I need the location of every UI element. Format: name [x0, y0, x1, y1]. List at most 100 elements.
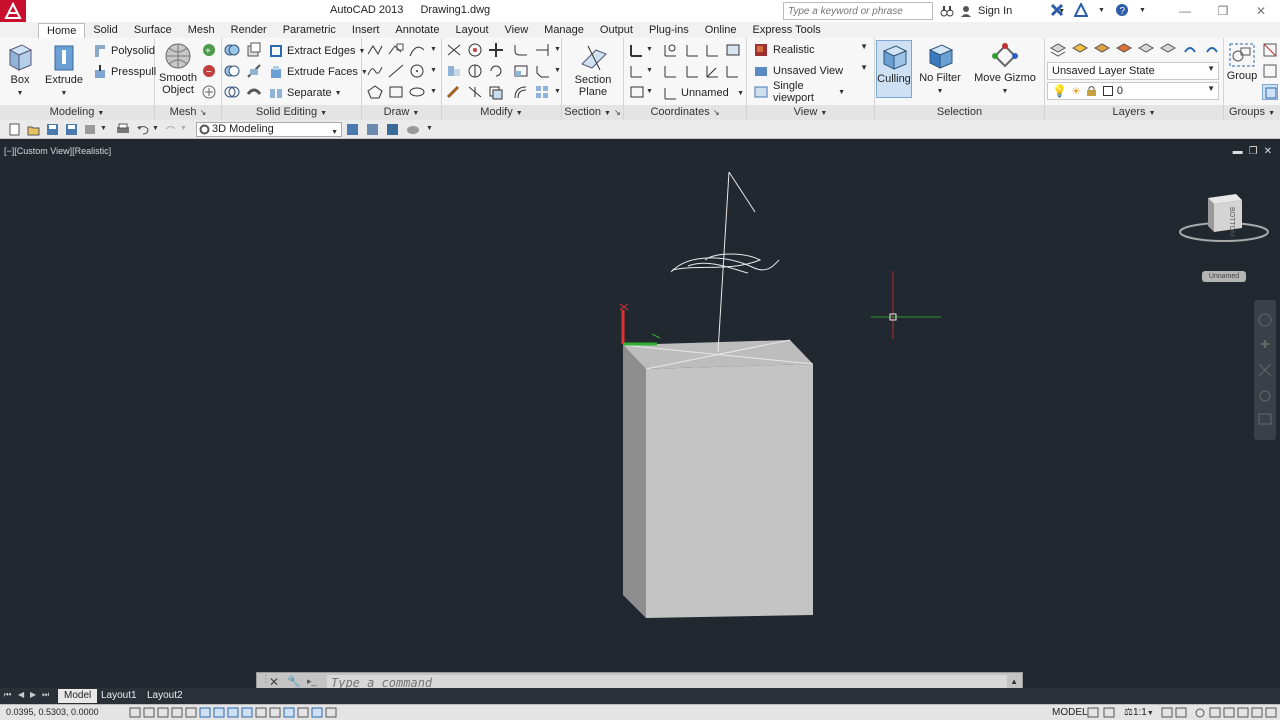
selection-cycling-icon[interactable]	[311, 707, 323, 718]
ucs-x-icon[interactable]	[684, 42, 702, 58]
panel-title-selection[interactable]: Selection	[875, 105, 1044, 120]
infer-constraints-icon[interactable]	[129, 707, 141, 718]
chevron-down-icon[interactable]: ▼	[426, 125, 433, 132]
model-space-toggle[interactable]: MODEL	[1052, 707, 1088, 718]
lineweight-icon[interactable]	[269, 707, 281, 718]
ucs-view-icon[interactable]	[724, 42, 742, 58]
chamfer-icon[interactable]	[534, 63, 552, 79]
chevron-down-icon[interactable]: ▼	[430, 46, 437, 53]
minimize-icon[interactable]: ▬	[1233, 146, 1243, 157]
move-icon[interactable]	[487, 42, 505, 58]
presspull-button[interactable]: Presspull	[92, 63, 156, 81]
draw-spline-icon[interactable]	[366, 63, 384, 79]
chevron-down-icon[interactable]: ▼	[646, 88, 653, 95]
mesh-smooth-less-icon[interactable]: −	[201, 63, 217, 79]
polar-tracking-icon[interactable]	[185, 707, 197, 718]
grid-display-icon[interactable]	[157, 707, 169, 718]
draw-ellipse-icon[interactable]	[408, 84, 426, 100]
drawing-viewport[interactable]: [−][Custom View][Realistic] ▬ ❐ ✕ BOTTOM…	[0, 140, 1280, 688]
panel-title-groups[interactable]: Groups ▼	[1224, 105, 1280, 120]
slanted-line[interactable]	[728, 171, 756, 213]
exchange-apps-icon[interactable]	[1050, 3, 1064, 17]
panel-title-section[interactable]: Section ▼ ↘	[562, 105, 623, 120]
sign-in-area[interactable]: Sign In ▼	[940, 3, 1065, 19]
section-plane-button[interactable]: Section Plane	[570, 42, 616, 98]
box-front-face[interactable]	[646, 364, 813, 618]
move-gizmo-button[interactable]: Move Gizmo ▼	[973, 42, 1037, 98]
extend-icon[interactable]	[534, 42, 552, 58]
layer-match-icon[interactable]	[1159, 42, 1177, 58]
subtract-icon[interactable]	[224, 63, 240, 79]
ucs-menu-button[interactable]: Unnamed	[1202, 271, 1246, 282]
tab-render[interactable]: Render	[223, 23, 275, 38]
annotation-visibility-icon[interactable]	[1161, 707, 1173, 718]
visual-style-combo[interactable]: Realistic ▼	[749, 41, 871, 59]
chevron-down-icon[interactable]: ▼	[152, 125, 159, 132]
isolate-objects-icon[interactable]	[1237, 707, 1249, 718]
tab-model[interactable]: Model	[58, 689, 98, 703]
tab-layout1[interactable]: Layout1	[95, 689, 143, 703]
dialog-launcher-icon[interactable]: ↘	[614, 108, 621, 117]
draw-arc-icon[interactable]	[408, 42, 426, 58]
draw-circle-icon[interactable]	[408, 63, 426, 79]
chevron-down-icon[interactable]: ▼	[646, 67, 653, 74]
close-icon[interactable]: ✕	[1264, 146, 1272, 157]
named-view-combo[interactable]: Unsaved View ▼	[749, 62, 871, 80]
clean-screen-icon[interactable]	[1251, 707, 1263, 718]
draw-polygon-icon[interactable]	[366, 84, 384, 100]
restore-icon[interactable]: ❐	[1249, 146, 1258, 157]
last-tab-icon[interactable]: ⏭	[42, 690, 49, 700]
command-prompt-icon[interactable]: ▸_	[307, 676, 317, 687]
tab-online[interactable]: Online	[697, 23, 745, 38]
intersect-icon[interactable]	[224, 84, 240, 100]
steering-wheel-icon[interactable]	[1258, 313, 1272, 327]
dynamic-input-icon[interactable]	[255, 707, 267, 718]
open-file-icon[interactable]	[27, 123, 41, 136]
box-button[interactable]: Box ▼	[4, 42, 36, 100]
auto-scale-icon[interactable]	[1175, 707, 1187, 718]
undo-icon[interactable]	[136, 123, 150, 136]
new-file-icon[interactable]	[8, 123, 22, 136]
offset-icon[interactable]	[512, 84, 530, 100]
ucs-object-icon[interactable]	[724, 63, 742, 79]
next-tab-icon[interactable]: ▶	[30, 690, 36, 699]
vertical-line[interactable]	[717, 171, 730, 353]
tab-express-tools[interactable]: Express Tools	[745, 23, 829, 38]
viewcube-side-face[interactable]	[1208, 198, 1214, 232]
redo-icon[interactable]	[164, 123, 178, 136]
polysolid-button[interactable]: Polysolid	[92, 42, 155, 60]
tab-solid[interactable]: Solid	[85, 23, 125, 38]
first-tab-icon[interactable]: ⏮	[4, 690, 11, 700]
quick-view-layouts-icon[interactable]	[1087, 707, 1099, 718]
layer-freeze-icon[interactable]	[1093, 42, 1111, 58]
layer-previous-icon[interactable]	[1181, 42, 1199, 58]
viewcube-front-face[interactable]	[1214, 200, 1242, 232]
group-selection-icon[interactable]	[1262, 84, 1278, 100]
coordinates-readout[interactable]: 0.0395, 0.5303, 0.0000	[6, 707, 99, 717]
publish-icon[interactable]	[346, 123, 360, 136]
box-left-face[interactable]	[623, 345, 646, 618]
orbit-icon[interactable]	[1259, 390, 1271, 402]
ucs-icon[interactable]	[628, 42, 646, 58]
upload-icon[interactable]	[386, 123, 400, 136]
spline-curve[interactable]	[687, 262, 749, 274]
help-icon[interactable]: ?	[1115, 3, 1129, 17]
extrude-button[interactable]: Extrude ▼	[44, 42, 84, 100]
tab-view[interactable]: View	[497, 23, 537, 38]
rotate-3d-icon[interactable]	[466, 42, 484, 58]
quick-properties-icon[interactable]	[297, 707, 309, 718]
chevron-down-icon[interactable]: ▼	[554, 46, 561, 53]
slice-icon[interactable]	[246, 63, 262, 79]
ucs-z-icon[interactable]	[684, 63, 702, 79]
workspace-combo[interactable]: 3D Modeling ▼	[196, 122, 342, 137]
copy-icon[interactable]	[487, 84, 505, 100]
chevron-down-icon[interactable]: ▼	[430, 67, 437, 74]
layer-properties-icon[interactable]	[1049, 42, 1067, 58]
mesh-smooth-more-icon[interactable]: +	[201, 42, 217, 58]
showmotion-icon[interactable]	[1258, 413, 1272, 425]
mesh-refine-icon[interactable]	[201, 84, 217, 100]
3d-object-snap-icon[interactable]	[213, 707, 225, 718]
ucs-world-icon[interactable]	[662, 42, 680, 58]
workspace-switching-icon[interactable]	[1195, 708, 1205, 718]
cloud-icon[interactable]	[406, 123, 420, 136]
